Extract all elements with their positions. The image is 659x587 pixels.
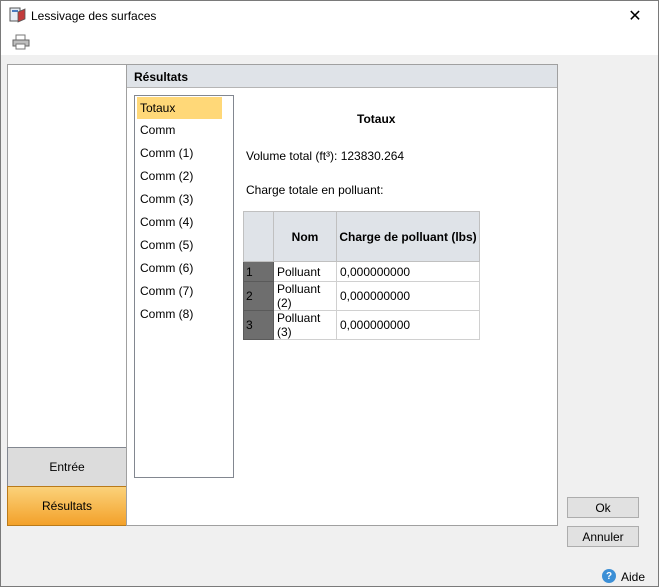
list-item[interactable]: Comm (4) <box>137 211 222 233</box>
cell-nom[interactable]: Polluant (2) <box>273 281 337 311</box>
status-footer <box>1 564 658 586</box>
table-row[interactable]: 1 Polluant 0,000000000 <box>243 261 480 282</box>
close-icon: ✕ <box>628 8 642 25</box>
dialog-window: Lessivage des surfaces ✕ Entrée Résultat… <box>0 0 659 587</box>
annuler-button[interactable]: Annuler <box>567 526 639 547</box>
list-item[interactable]: Comm <box>137 119 222 141</box>
charge-totale-label: Charge totale en polluant: <box>246 183 384 197</box>
close-button[interactable]: ✕ <box>612 1 658 31</box>
title-bar: Lessivage des surfaces ✕ <box>1 1 658 31</box>
pollutant-table: Nom Charge de polluant (lbs) 1 Polluant … <box>243 211 480 340</box>
column-header-nom[interactable]: Nom <box>273 211 337 262</box>
help-icon[interactable]: ? <box>602 569 616 583</box>
list-item[interactable]: Comm (2) <box>137 165 222 187</box>
help-link[interactable]: Aide <box>621 570 645 584</box>
results-panel: Résultats Totaux Comm Comm (1) Comm (2) … <box>126 64 558 526</box>
list-item-totaux[interactable]: Totaux <box>137 97 222 119</box>
printer-icon[interactable] <box>11 34 31 50</box>
cell-nom[interactable]: Polluant <box>273 261 337 282</box>
row-number[interactable]: 3 <box>243 310 274 340</box>
nav-entree-button[interactable]: Entrée <box>7 447 127 487</box>
table-corner-cell[interactable] <box>243 211 274 262</box>
content-title: Totaux <box>357 112 396 126</box>
list-item[interactable]: Comm (7) <box>137 280 222 302</box>
list-item[interactable]: Comm (6) <box>137 257 222 279</box>
column-header-charge[interactable]: Charge de polluant (lbs) <box>336 211 480 262</box>
panel-header: Résultats <box>127 65 557 88</box>
cell-charge[interactable]: 0,000000000 <box>336 310 480 340</box>
cell-nom[interactable]: Polluant (3) <box>273 310 337 340</box>
ok-button[interactable]: Ok <box>567 497 639 518</box>
list-item[interactable]: Comm (1) <box>137 142 222 164</box>
toolbar <box>1 31 658 55</box>
panel-header-title: Résultats <box>134 70 189 84</box>
results-list[interactable]: Totaux Comm Comm (1) Comm (2) Comm (3) C… <box>134 95 234 478</box>
volume-total-text: Volume total (ft³): 123830.264 <box>246 149 405 163</box>
app-icon <box>9 7 26 23</box>
nav-resultats-button[interactable]: Résultats <box>7 486 127 526</box>
cell-charge[interactable]: 0,000000000 <box>336 281 480 311</box>
window-title: Lessivage des surfaces <box>31 9 157 23</box>
list-item[interactable]: Comm (5) <box>137 234 222 256</box>
table-row[interactable]: 2 Polluant (2) 0,000000000 <box>243 281 480 311</box>
list-item[interactable]: Comm (8) <box>137 303 222 325</box>
list-item[interactable]: Comm (3) <box>137 188 222 210</box>
row-number[interactable]: 2 <box>243 281 274 311</box>
cell-charge[interactable]: 0,000000000 <box>336 261 480 282</box>
row-number[interactable]: 1 <box>243 261 274 282</box>
table-header-row: Nom Charge de polluant (lbs) <box>243 211 480 262</box>
table-row[interactable]: 3 Polluant (3) 0,000000000 <box>243 310 480 340</box>
